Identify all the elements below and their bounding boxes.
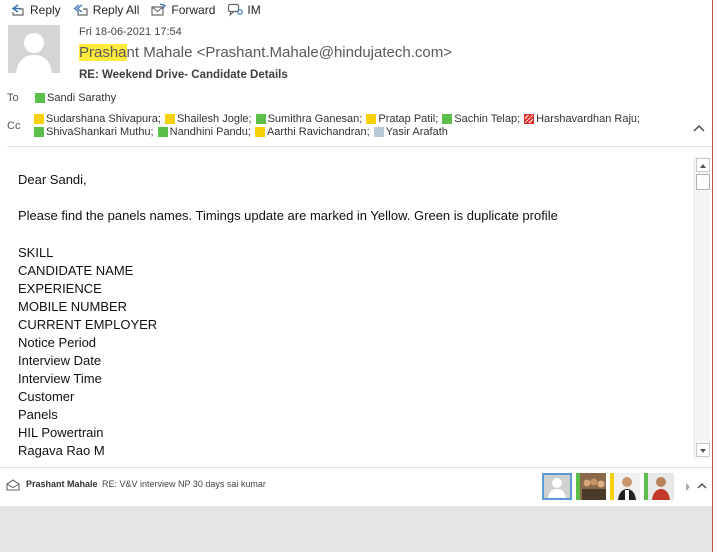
presence-icon	[366, 114, 377, 124]
list-item: Panels	[18, 407, 58, 422]
scroll-down-button[interactable]	[696, 443, 710, 457]
message-body[interactable]: Dear Sandi, Please find the panels names…	[0, 156, 694, 460]
list-item: Interview Date	[18, 353, 102, 368]
scroll-thumb[interactable]	[696, 174, 710, 190]
reading-pane-toolbar: Reply Reply All Forward IM	[0, 0, 717, 20]
list-item: Ragava Rao M	[18, 443, 105, 458]
person-photo-icon	[614, 473, 640, 500]
list-item: MOBILE NUMBER	[18, 299, 128, 314]
list-item: SKILL	[18, 245, 54, 260]
recipient-item[interactable]: Sachin Telap;	[442, 113, 520, 125]
header-divider	[7, 146, 712, 147]
recipient-item[interactable]: Shailesh Jogle;	[164, 113, 252, 125]
presence-icon	[255, 114, 266, 124]
forward-button[interactable]: Forward	[151, 1, 215, 19]
to-label: To	[7, 92, 19, 104]
message-text: Please find the panels names. Timings up…	[18, 208, 558, 223]
forward-label: Forward	[171, 3, 216, 17]
recipient-item[interactable]: Nandhini Pandu;	[157, 126, 251, 138]
recipient-sandi[interactable]: Sandi Sarathy	[35, 92, 116, 104]
detail-list: SKILL CANDIDATE NAME EXPERIENCE MOBILE N…	[18, 244, 157, 460]
presence-icon	[157, 127, 168, 137]
recipient-item[interactable]: Pratap Patil;	[366, 113, 438, 125]
contact-photo-selected[interactable]	[542, 473, 572, 500]
recipient-item[interactable]: Aarthi Ravichandran;	[254, 126, 370, 138]
recipient-item[interactable]: Sumithra Ganesan;	[255, 113, 362, 125]
greeting-text: Dear Sandi,	[18, 172, 87, 187]
im-label: IM	[247, 3, 261, 17]
contact-photo[interactable]	[610, 473, 640, 500]
presence-icon	[373, 127, 384, 137]
chevron-up-icon	[693, 125, 705, 132]
recipient-item[interactable]: Harshavardhan Raju;	[524, 113, 640, 125]
reply-button[interactable]: Reply	[10, 1, 61, 19]
chevron-up-icon[interactable]	[696, 480, 708, 492]
presence-icon	[164, 114, 175, 124]
sender-avatar[interactable]	[8, 25, 60, 73]
presence-icon	[442, 114, 453, 124]
forward-icon	[151, 3, 167, 16]
cc-recipients-line-1: Sudarshana Shivapura; Shailesh Jogle; Su…	[34, 113, 644, 125]
im-button[interactable]: IM	[227, 1, 261, 19]
presence-icon	[34, 114, 44, 124]
chat-icon	[228, 3, 244, 17]
message-header: Fri 18-06-2021 17:54 Prashant Mahale <Pr…	[0, 20, 712, 146]
list-item: HIL Powertrain	[18, 425, 104, 440]
contact-photo[interactable]	[644, 473, 674, 500]
list-item: Notice Period	[18, 335, 97, 350]
related-sender[interactable]: Prashant Mahale	[26, 479, 98, 489]
list-item: CANDIDATE NAME	[18, 263, 134, 278]
reply-all-button[interactable]: Reply All	[73, 1, 140, 19]
person-placeholder-icon	[8, 25, 60, 73]
arrow-up-icon	[700, 164, 706, 168]
to-recipients: Sandi Sarathy	[35, 92, 120, 104]
window-edge	[712, 0, 717, 552]
chevron-right-icon[interactable]	[684, 482, 692, 492]
presence-bar	[576, 473, 580, 500]
recipient-item[interactable]: Yasir Arafath	[373, 126, 448, 138]
presence-bar	[610, 473, 614, 500]
search-highlight: Prasha	[79, 44, 127, 61]
reply-icon	[11, 4, 24, 16]
sent-date: Fri 18-06-2021 17:54	[79, 26, 182, 38]
scroll-up-button[interactable]	[696, 158, 710, 172]
list-item: CURRENT EMPLOYER	[18, 317, 158, 332]
message-subject: RE: Weekend Drive- Candidate Details	[79, 69, 288, 81]
people-pane: Prashant Mahale RE: V&V interview NP 30 …	[0, 468, 712, 506]
reply-label: Reply	[30, 3, 61, 17]
sender-name-rest: nt Mahale <Prashant.Mahale@hindujatech.c…	[126, 44, 452, 61]
recipient-item[interactable]: ShivaShankari Muthu;	[34, 126, 154, 138]
collapse-header-button[interactable]	[692, 122, 706, 136]
presence-icon	[254, 127, 265, 137]
person-photo-icon	[648, 473, 674, 500]
sender-name[interactable]: Prashant Mahale <Prashant.Mahale@hinduja…	[79, 44, 452, 61]
reply-all-label: Reply All	[92, 3, 140, 17]
presence-icon	[35, 93, 45, 103]
contact-photos	[542, 473, 678, 500]
list-item: EXPERIENCE	[18, 281, 102, 296]
presence-icon	[34, 127, 44, 137]
contact-photo[interactable]	[576, 473, 606, 500]
related-message[interactable]: RE: V&V interview NP 30 days sai kumar	[102, 479, 266, 489]
reply-all-icon	[73, 4, 88, 16]
arrow-down-icon	[700, 449, 706, 453]
empty-footer-area	[0, 506, 712, 552]
presence-bar	[644, 473, 648, 500]
presence-icon	[524, 114, 535, 124]
recipient-item[interactable]: Sudarshana Shivapura;	[34, 113, 161, 125]
group-photo-icon	[580, 473, 606, 500]
list-item: Customer	[18, 389, 75, 404]
envelope-open-icon	[6, 479, 20, 491]
person-placeholder-icon	[544, 475, 570, 498]
cc-recipients-line-2: ShivaShankari Muthu; Nandhini Pandu; Aar…	[34, 126, 452, 138]
cc-label: Cc	[7, 120, 21, 132]
list-item: Interview Time	[18, 371, 102, 386]
body-scrollbar[interactable]	[694, 157, 710, 459]
